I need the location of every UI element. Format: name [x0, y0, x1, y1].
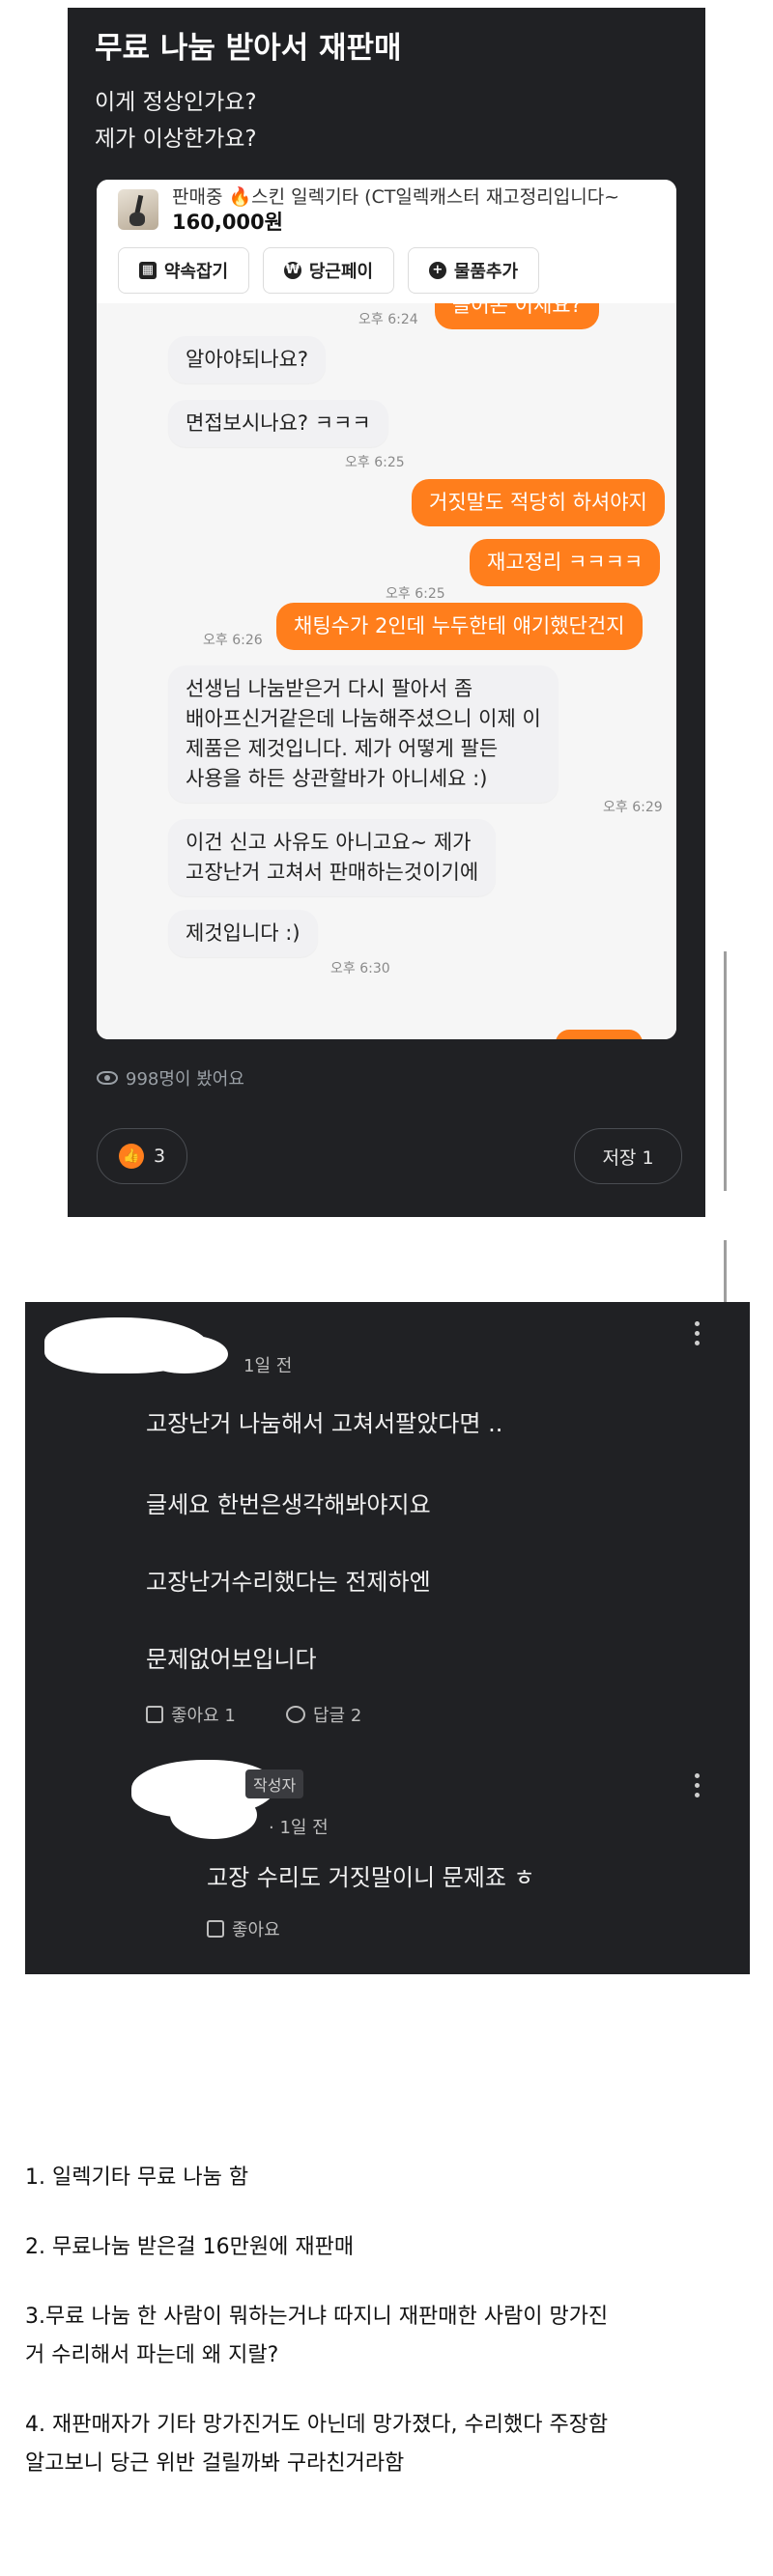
- view-count-label: 998명이 봤어요: [126, 1069, 244, 1090]
- comment-reply-button[interactable]: 답글 2: [286, 1702, 361, 1727]
- chat-bubble-outgoing: 채팅수가 2인데 누두한테 얘기했단건지: [276, 603, 643, 650]
- calendar-icon: ▦: [138, 262, 157, 279]
- appointment-button[interactable]: ▦ 약속잡기: [118, 247, 249, 294]
- summary-line: 거 수리해서 파는데 왜 지랄?: [25, 2343, 279, 2367]
- chat-bubble-outgoing: 재고정리 ㅋㅋㅋㅋ: [470, 539, 661, 586]
- chat-bubble-line: 고장난거 고쳐서 판매하는것이기에: [186, 861, 479, 884]
- chat-bubble-incoming: 이건 신고 사유도 아니고요~ 제가 고장난거 고쳐서 판매하는것이기에: [168, 819, 497, 896]
- post-screenshot: 무료 나눔 받아서 재판매 이게 정상인가요? 제가 이상한가요? 쓸어본 이세…: [68, 8, 705, 1217]
- chat-bubble-incoming: 제것입니다 :): [168, 910, 318, 957]
- speech-bubble-icon: [286, 1706, 305, 1723]
- reply-time: · 1일 전: [269, 1818, 329, 1838]
- message-time: 오후 6:24: [358, 312, 418, 327]
- message-time: 오후 6:30: [330, 961, 390, 977]
- summary-line: 4. 재판매자가 기타 망가진거도 아닌데 망가졌다, 수리했다 주장함: [25, 2413, 609, 2437]
- chat-bubble-incoming: 알아야되나요?: [168, 336, 327, 383]
- chat-bubble-outgoing: 거짓말도 적당히 하셔야지: [412, 479, 665, 526]
- message-time: 오후 6:25: [386, 586, 445, 602]
- chat-bubble-incoming: 면접보시나요? ㅋㅋㅋ: [168, 400, 388, 447]
- like-count: 3: [153, 1146, 166, 1167]
- item-thumbnail[interactable]: [118, 189, 158, 230]
- view-count: 998명이 봤어요: [97, 1065, 244, 1090]
- item-title: 판매중 🔥스킨 일렉기타 (CT일렉캐스터 재고정리입니다~: [172, 186, 620, 208]
- redaction-blob: [170, 1791, 257, 1839]
- comment-text-line: 고장난거 나눔해서 고쳐서팔았다면 ..: [146, 1410, 503, 1437]
- karrot-pay-label: 당근페이: [308, 262, 374, 282]
- reply-like-label: 좋아요: [232, 1920, 280, 1940]
- eye-icon: [97, 1071, 118, 1085]
- message-time: 오후 6:25: [345, 455, 405, 470]
- message-time: 오후 6:26: [203, 633, 263, 648]
- chat-bubble-line: 제품은 제것입니다. 제가 어떻게 팔든: [186, 737, 499, 760]
- chat-bubble-line: 이건 신고 사유도 아니고요~ 제가: [186, 831, 472, 854]
- item-price: 160,000원: [172, 211, 283, 234]
- reply-text: 고장 수리도 거짓말이니 문제죠 ㅎ: [207, 1864, 535, 1891]
- comment-like-label: 좋아요 1: [171, 1706, 236, 1726]
- appointment-label: 약속잡기: [163, 262, 229, 282]
- guitar-body-shape: [129, 212, 145, 226]
- chat-body: 쓸어본 이세요? 오후 6:24 알아야되나요? 면접보시나요? ㅋㅋㅋ 오후 …: [97, 282, 676, 1039]
- summary-line: 3.무료 나눔 한 사람이 뭐하는거냐 따지니 재판매한 사람이 망가진: [25, 2305, 609, 2329]
- redaction-blob: [141, 1335, 228, 1373]
- scrollbar[interactable]: [724, 951, 727, 1191]
- comments-screenshot: 1일 전 고장난거 나눔해서 고쳐서팔았다면 .. 글세요 한번은생각해봐야지요…: [25, 1302, 750, 1974]
- post-body-line: 제가 이상한가요?: [95, 127, 257, 152]
- pay-icon: ₩: [283, 262, 301, 279]
- thumbs-up-icon: 👍: [118, 1144, 144, 1169]
- like-button[interactable]: 👍 3: [97, 1128, 187, 1184]
- summary-line: 2. 무료나눔 받은걸 16만원에 재판매: [25, 2235, 355, 2259]
- add-item-label: 물품추가: [453, 262, 519, 282]
- chat-bubble-incoming: 선생님 나눔받은거 다시 팔아서 좀 배아프신거같은데 나눔해주셨으니 이제 이…: [168, 665, 558, 803]
- comment-text-line: 글세요 한번은생각해봐야지요: [146, 1491, 431, 1518]
- plus-icon: +: [428, 262, 446, 279]
- save-button[interactable]: 저장 1: [574, 1128, 682, 1184]
- chat-bubble-line: 선생님 나눔받은거 다시 팔아서 좀: [186, 677, 473, 700]
- author-badge: 작성자: [245, 1769, 304, 1798]
- comment-text-line: 문제없어보입니다: [146, 1646, 317, 1673]
- chat-bubble-line: 사용을 하든 상관할바가 아니세요 :): [186, 767, 488, 790]
- summary-line: 1. 일렉기타 무료 나눔 함: [25, 2166, 249, 2190]
- karrot-pay-button[interactable]: ₩ 당근페이: [263, 247, 394, 294]
- chat-screenshot: 쓸어본 이세요? 오후 6:24 알아야되나요? 면접보시나요? ㅋㅋㅋ 오후 …: [97, 180, 676, 1039]
- post-title: 무료 나눔 받아서 재판매: [95, 31, 402, 66]
- comment-time: 1일 전: [243, 1356, 293, 1376]
- chat-bubble-outgoing-partial: [556, 1030, 643, 1039]
- comment-like-button[interactable]: 좋아요 1: [146, 1702, 236, 1727]
- add-item-button[interactable]: + 물품추가: [408, 247, 539, 294]
- post-body-line: 이게 정상인가요?: [95, 90, 257, 115]
- chat-item-header: 판매중 🔥스킨 일렉기타 (CT일렉캐스터 재고정리입니다~ 160,000원 …: [97, 180, 676, 303]
- chat-bubble-line: 배아프신거같은데 나눔해주셨으니 이제 이: [186, 707, 541, 730]
- message-time: 오후 6:29: [603, 800, 663, 815]
- reply-like-button[interactable]: 좋아요: [207, 1916, 280, 1941]
- comment-reply-label: 답글 2: [313, 1706, 362, 1726]
- thumbs-up-icon: [146, 1706, 163, 1723]
- save-label: 저장 1: [602, 1146, 654, 1169]
- summary-line: 알고보니 당근 위반 걸릴까봐 구라친거라함: [25, 2451, 405, 2476]
- more-options-icon[interactable]: [695, 1321, 701, 1350]
- comment-text-line: 고장난거수리했다는 전제하엔: [146, 1569, 431, 1596]
- more-options-icon[interactable]: [695, 1773, 701, 1802]
- thumbs-up-icon: [207, 1920, 224, 1938]
